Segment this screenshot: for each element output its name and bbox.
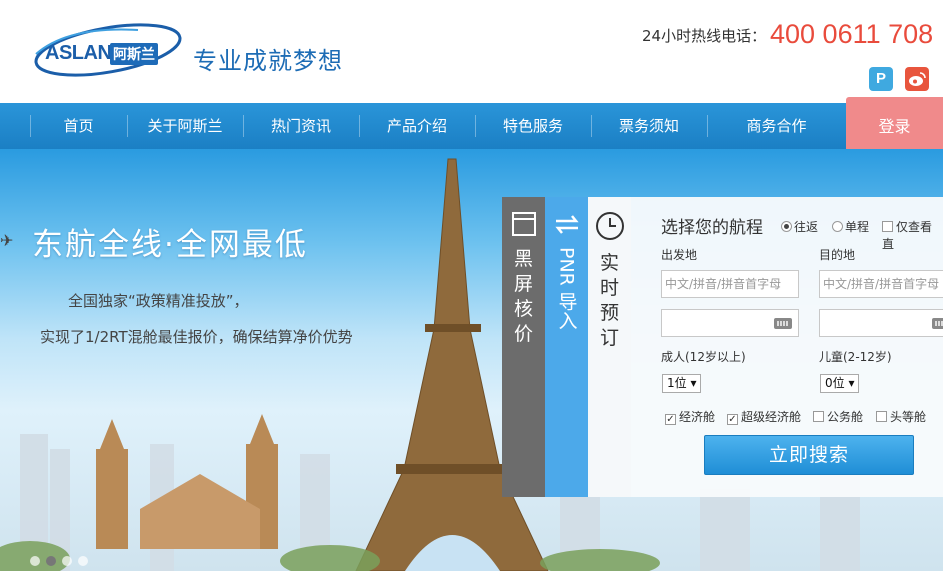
adult-label: 成人(12岁以上) — [661, 350, 746, 364]
hero-subtitle-1: 全国独家“政策精准投放”， — [68, 292, 249, 310]
carousel-dot-active[interactable] — [46, 556, 56, 566]
checkbox-icon — [813, 411, 824, 422]
main-nav: 首页 关于阿斯兰 热门资讯 产品介绍 特色服务 票务须知 商务合作 — [0, 103, 943, 149]
departure-input[interactable]: 中文/拼音/拼音首字母 — [661, 270, 799, 298]
radio-unchecked-icon — [832, 221, 843, 232]
checkbox-label: 头等舱 — [890, 410, 927, 424]
nav-item-services[interactable]: 特色服务 — [475, 103, 591, 149]
cabin-first-checkbox[interactable]: 头等舱 — [876, 408, 926, 425]
child-count-select[interactable]: 0位 ▾ — [820, 374, 860, 393]
hero-banner: ✈ 东航全线·全网最低 全国独家“政策精准投放”， 实现了1/2RT混舱最佳报价… — [0, 149, 943, 571]
hotline-number: 400 0611 708 — [770, 19, 934, 49]
logo-text-cn: 阿斯兰 — [110, 43, 158, 65]
tab-realtime-booking[interactable]: 实时预订 — [588, 197, 631, 497]
checkbox-label: 经济舱 — [679, 410, 716, 424]
tab-black-screen-pricing[interactable]: 黑屏核价 — [502, 197, 545, 497]
hotline-label: 24小时热线电话： — [642, 27, 767, 45]
window-icon — [511, 212, 536, 236]
checkbox-label: 超级经济舱 — [741, 410, 802, 424]
nav-item-about[interactable]: 关于阿斯兰 — [127, 103, 243, 149]
nav-item-business[interactable]: 商务合作 — [707, 103, 846, 149]
checkbox-label: 公务舱 — [827, 410, 864, 424]
nav-item-ticket-notes[interactable]: 票务须知 — [591, 103, 707, 149]
nav-item-home[interactable]: 首页 — [30, 103, 127, 149]
keyboard-icon[interactable] — [932, 318, 943, 329]
hero-headline: 东航全线·全网最低 — [32, 227, 308, 263]
booking-panel: 选择您的航程 往返 单程 仅查看直 出发地 目的地 中文/拼音/拼音首字母 中文… — [631, 197, 943, 497]
child-label: 儿童(2-12岁) — [819, 350, 892, 364]
nav-item-products[interactable]: 产品介绍 — [359, 103, 475, 149]
radio-round-trip[interactable]: 往返 — [781, 218, 818, 235]
cabin-business-checkbox[interactable]: 公务舱 — [813, 408, 863, 425]
tab-label: PNR 导入 — [555, 247, 578, 330]
carousel-dot[interactable] — [30, 556, 40, 566]
slogan: 专业成就梦想 — [193, 47, 343, 75]
booking-title: 选择您的航程 — [661, 218, 763, 238]
departure-label: 出发地 — [661, 248, 698, 262]
checkbox-checked-icon: ✓ — [665, 414, 676, 425]
checkbox-icon — [876, 411, 887, 422]
cabin-economy-checkbox[interactable]: ✓ 经济舱 — [665, 408, 715, 425]
keyboard-icon[interactable] — [774, 318, 792, 329]
checkbox-checked-icon: ✓ — [727, 414, 738, 425]
logo[interactable]: ASLAN 阿斯兰 — [28, 16, 188, 82]
nav-item-news[interactable]: 热门资讯 — [243, 103, 359, 149]
login-button[interactable]: 登录 — [846, 97, 943, 149]
hero-subtitle-2: 实现了1/2RT混舱最佳报价，确保结算净价优势 — [40, 328, 353, 346]
refresh-icon — [554, 215, 579, 234]
header: ASLAN 阿斯兰 专业成就梦想 24小时热线电话： 400 0611 708 … — [0, 0, 943, 103]
cabin-premium-economy-checkbox[interactable]: ✓ 超级经济舱 — [727, 408, 801, 425]
tab-label: 黑屏核价 — [513, 248, 533, 345]
direct-only-checkbox[interactable]: 仅查看直 — [882, 218, 943, 252]
search-button[interactable]: 立即搜索 — [704, 435, 914, 475]
logo-text-en: ASLAN — [45, 42, 112, 64]
tab-label: 实时预订 — [599, 252, 619, 349]
adult-count-select[interactable]: 1位 ▾ — [662, 374, 702, 393]
clock-icon — [595, 212, 624, 240]
destination-label: 目的地 — [819, 248, 856, 262]
checkbox-icon — [882, 221, 893, 232]
destination-input[interactable]: 中文/拼音/拼音首字母 — [819, 270, 943, 298]
radio-label: 往返 — [794, 220, 819, 234]
tab-pnr-import[interactable]: PNR 导入 — [545, 197, 588, 497]
radio-one-way[interactable]: 单程 — [832, 218, 869, 235]
return-date-input[interactable] — [819, 309, 943, 337]
radio-checked-icon — [781, 221, 792, 232]
airplane-icon: ✈ — [0, 231, 14, 250]
radio-label: 单程 — [845, 220, 870, 234]
carousel-indicator — [30, 551, 94, 570]
carousel-dot[interactable] — [78, 556, 88, 566]
weibo-icon[interactable] — [905, 67, 929, 91]
pinterest-icon[interactable]: P — [869, 67, 893, 91]
departure-date-input[interactable] — [661, 309, 799, 337]
carousel-dot[interactable] — [62, 556, 72, 566]
